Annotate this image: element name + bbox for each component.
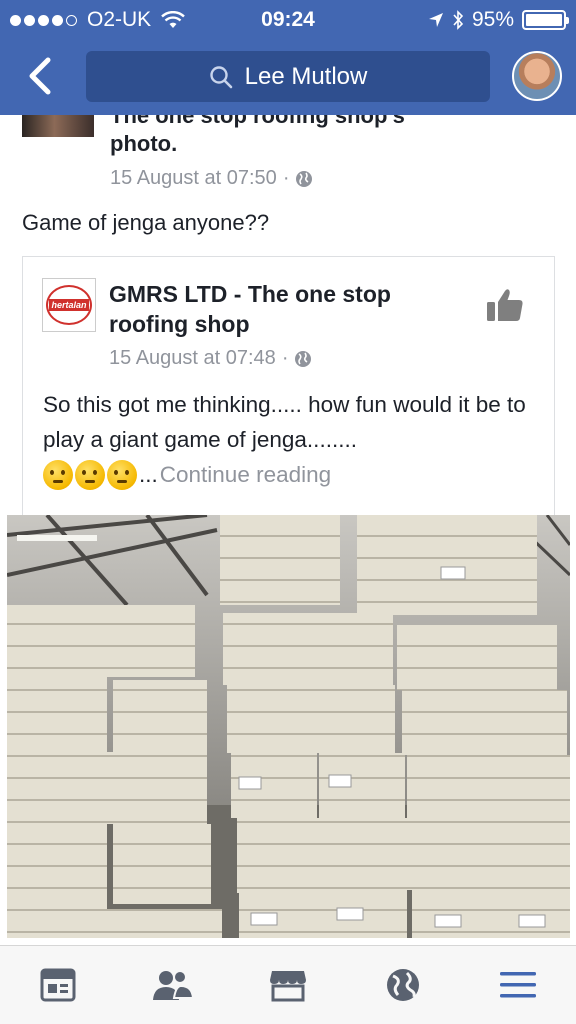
author-avatar[interactable] [22, 115, 94, 137]
meta-separator: · [282, 167, 290, 189]
like-thumb-icon[interactable] [486, 287, 524, 323]
post-photo[interactable] [7, 515, 570, 938]
friends-icon [152, 970, 194, 1000]
continue-reading-link[interactable]: Continue reading [160, 457, 331, 492]
bluetooth-icon [453, 10, 464, 30]
logo-text: hertalan [49, 299, 89, 311]
tab-menu[interactable] [488, 955, 548, 1015]
menu-icon [500, 972, 537, 998]
page-logo[interactable]: hertalan [42, 278, 96, 332]
thinking-face-icon [43, 459, 73, 490]
top-bar: O2-UK 09:24 95% Lee Mutlow [0, 0, 576, 115]
post-meta: 15 August at 07:50 · [110, 167, 313, 190]
emoji-row: ... Continue reading [43, 457, 543, 492]
notifications-globe-icon [387, 969, 420, 1001]
status-bar: O2-UK 09:24 95% [0, 0, 576, 40]
status-right: 95% [428, 8, 569, 32]
shared-post-date[interactable]: 15 August at 07:48 [109, 347, 276, 370]
post-content: The one stop roofing shop's photo. 15 Au… [0, 115, 576, 945]
shared-post-meta: 15 August at 07:48 · [109, 347, 312, 370]
tab-marketplace[interactable] [258, 955, 318, 1015]
shared-post-body: So this got me thinking..... how fun wou… [43, 387, 543, 492]
globe-icon [295, 350, 312, 367]
search-bar[interactable]: Lee Mutlow [86, 51, 490, 102]
post-title-line2[interactable]: photo. [110, 129, 177, 159]
thinking-face-icon [107, 459, 137, 490]
shared-post-text: So this got me thinking..... how fun wou… [43, 392, 526, 452]
tab-friends[interactable] [143, 955, 203, 1015]
post-text: Game of jenga anyone?? [22, 210, 270, 235]
profile-avatar[interactable] [512, 51, 562, 101]
news-feed-icon [40, 968, 76, 1002]
battery-icon [522, 10, 569, 30]
hertalan-logo-icon: hertalan [46, 285, 92, 325]
marketplace-icon [269, 971, 306, 1002]
thinking-face-icon [75, 459, 105, 490]
search-text: Lee Mutlow [244, 62, 368, 90]
location-arrow-icon [428, 13, 443, 27]
tab-news-feed[interactable] [28, 955, 88, 1015]
back-chevron-icon[interactable] [22, 56, 58, 96]
ellipsis: ... [139, 462, 158, 487]
battery-percent: 95% [471, 8, 514, 31]
shared-post-title[interactable]: GMRS LTD - The one stop roofing shop [109, 279, 459, 339]
globe-icon [296, 170, 313, 187]
meta-separator: · [281, 347, 289, 369]
post-date[interactable]: 15 August at 07:50 [110, 167, 277, 190]
bottom-tab-bar [0, 945, 576, 1024]
search-icon [209, 65, 232, 88]
tab-notifications[interactable] [373, 955, 433, 1015]
shared-post-card[interactable]: hertalan GMRS LTD - The one stop roofing… [22, 256, 555, 516]
